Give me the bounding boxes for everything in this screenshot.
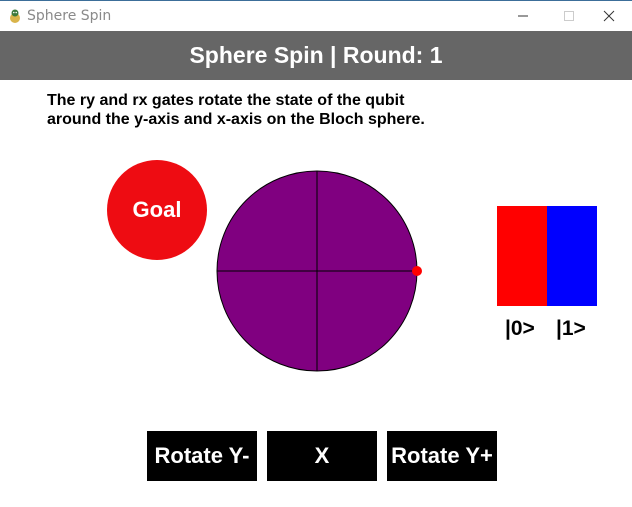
close-icon bbox=[603, 10, 615, 22]
instructions-text: The ry and rx gates rotate the state of … bbox=[47, 91, 607, 129]
bloch-sphere bbox=[216, 170, 422, 372]
rotate-y-plus-button[interactable]: Rotate Y+ bbox=[387, 431, 497, 481]
minimize-button[interactable] bbox=[500, 1, 546, 31]
close-button[interactable] bbox=[586, 1, 632, 31]
rotate-y-minus-button[interactable]: Rotate Y- bbox=[147, 431, 257, 481]
ket-zero-label: |0> bbox=[505, 317, 535, 340]
maximize-icon bbox=[564, 11, 574, 21]
qubit-state-marker bbox=[412, 266, 422, 276]
minimize-icon bbox=[518, 15, 528, 17]
app-snake-icon bbox=[10, 9, 20, 23]
window-titlebar[interactable]: Sphere Spin bbox=[0, 0, 632, 31]
probability-bar-zero bbox=[497, 206, 547, 306]
round-header: Sphere Spin | Round: 1 bbox=[0, 31, 632, 80]
goal-indicator: Goal bbox=[107, 160, 207, 260]
instructions-line-1: The ry and rx gates rotate the state of … bbox=[47, 92, 405, 109]
instructions-line-2: around the y-axis and x-axis on the Bloc… bbox=[47, 111, 425, 128]
probability-bar-one bbox=[547, 206, 597, 306]
ket-one-label: |1> bbox=[556, 317, 586, 340]
window-title: Sphere Spin bbox=[27, 8, 112, 24]
x-gate-button[interactable]: X bbox=[267, 431, 377, 481]
